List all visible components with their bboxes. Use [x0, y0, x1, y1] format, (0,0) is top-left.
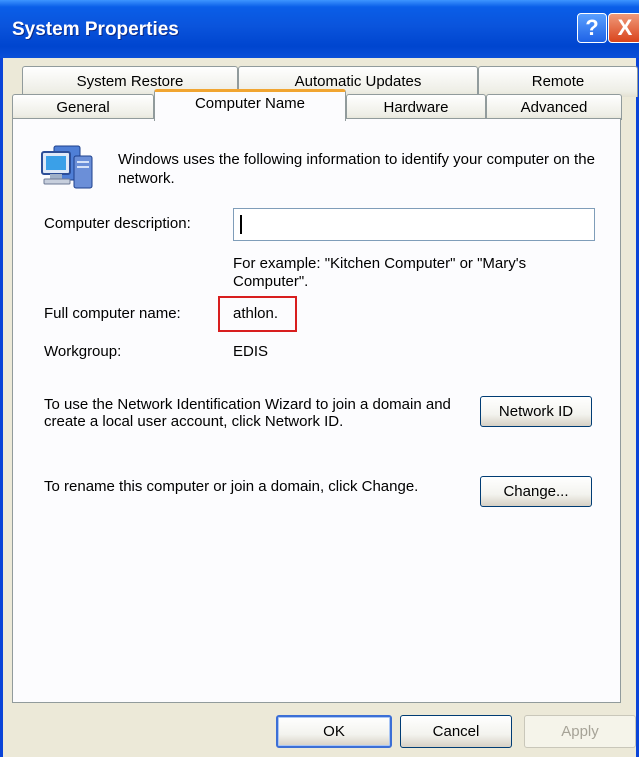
network-id-button-label: Network ID [498, 403, 574, 420]
workgroup-value: EDIS [233, 343, 269, 360]
full-computer-name-label: Full computer name: [44, 305, 181, 322]
close-button[interactable]: X [608, 13, 639, 43]
title-bar[interactable]: System Properties ? X [0, 0, 639, 58]
text-caret [240, 215, 242, 234]
tab-advanced[interactable]: Advanced [486, 94, 622, 120]
tab-general[interactable]: General [12, 94, 154, 120]
tab-label: Remote [531, 73, 585, 90]
apply-button-label: Apply [561, 723, 599, 740]
tab-strip: System Restore Automatic Updates Remote … [0, 58, 639, 121]
tab-label: System Restore [76, 73, 184, 90]
computer-description-input[interactable] [233, 208, 595, 241]
tab-computer-name[interactable]: Computer Name [154, 89, 346, 121]
intro-text: Windows uses the following information t… [118, 151, 595, 187]
tab-label: Automatic Updates [294, 73, 422, 90]
apply-button[interactable]: Apply [524, 715, 636, 748]
tab-remote[interactable]: Remote [478, 66, 638, 97]
tab-label: Advanced [520, 99, 588, 116]
window-title: System Properties [12, 19, 179, 40]
network-id-description: To use the Network Identification Wizard… [44, 396, 451, 430]
computer-icon [40, 142, 98, 194]
full-computer-name-value: athlon. [233, 305, 279, 322]
tab-label: Computer Name [194, 95, 306, 112]
computer-description-label: Computer description: [44, 215, 191, 232]
example-text: For example: "Kitchen Computer" or "Mary… [233, 255, 527, 290]
workgroup-label: Workgroup: [44, 343, 122, 360]
change-button[interactable]: Change... [480, 476, 592, 507]
tab-label: Hardware [383, 99, 449, 116]
cancel-button-label: Cancel [432, 723, 480, 740]
change-button-label: Change... [503, 483, 569, 500]
rename-description: To rename this computer or join a domain… [44, 478, 419, 495]
cancel-button[interactable]: Cancel [400, 715, 512, 748]
close-icon: X [617, 15, 633, 40]
tab-hardware[interactable]: Hardware [346, 94, 486, 120]
ok-button[interactable]: OK [276, 715, 392, 748]
network-id-button[interactable]: Network ID [480, 396, 592, 427]
ok-button-label: OK [323, 723, 345, 740]
help-button[interactable]: ? [577, 13, 607, 43]
tab-label: General [56, 99, 110, 116]
help-icon: ? [585, 15, 599, 40]
